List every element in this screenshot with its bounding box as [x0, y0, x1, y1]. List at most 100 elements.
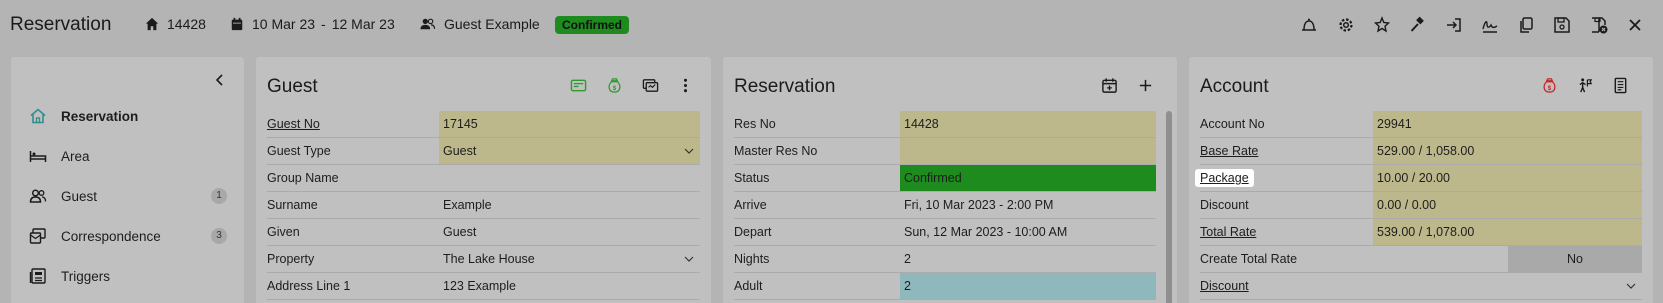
nights-field[interactable]: 2 [900, 246, 1156, 272]
card-swap-icon[interactable] [640, 75, 660, 95]
master-res-no-field[interactable] [900, 138, 1156, 164]
acct-row-create-total-rate: Create Total Rate No [1200, 246, 1642, 273]
res-number-info: 14428 [145, 16, 206, 32]
package-label-cell: Package [1195, 165, 1373, 191]
master-res-no-label: Master Res No [734, 144, 818, 158]
sidebar-item-label: Reservation [61, 108, 139, 124]
arrive-field[interactable]: Fri, 10 Mar 2023 - 2:00 PM [900, 192, 1156, 218]
res-row-arrive: Arrive Fri, 10 Mar 2023 - 2:00 PM [734, 192, 1156, 219]
money-bag-icon[interactable]: $ [1539, 75, 1559, 95]
given-label: Given [267, 225, 300, 239]
guest-no-link[interactable]: Guest No [267, 111, 439, 137]
sidebar-item-triggers[interactable]: Triggers [29, 264, 229, 288]
base-rate-link[interactable]: Base Rate [1200, 138, 1373, 164]
status-badge: Confirmed [555, 16, 629, 34]
sidebar-item-label: Guest [61, 188, 98, 204]
create-total-rate-label: Create Total Rate [1200, 252, 1298, 266]
depart-field[interactable]: Sun, 12 Mar 2023 - 10:00 AM [900, 219, 1156, 245]
given-field[interactable]: Guest [439, 219, 700, 245]
acct-row-discount: Discount 0.00 / 0.00 [1200, 192, 1642, 219]
signature-icon[interactable] [1479, 14, 1501, 36]
adult-field[interactable]: 2 [900, 273, 1156, 299]
discount-link[interactable]: Discount [1200, 273, 1373, 299]
status-field[interactable]: Confirmed [900, 165, 1156, 191]
guest-panel: Guest $ Guest No 17145 Guest Type Guest … [256, 57, 711, 303]
acct-row-base-rate: Base Rate 529.00 / 1,058.00 [1200, 138, 1642, 165]
calendar-add-icon[interactable] [1099, 75, 1119, 95]
guest-fields: Guest No 17145 Guest Type Guest Group Na… [267, 111, 700, 300]
address-line-1-field[interactable]: 123 Example [439, 273, 700, 299]
id-card-icon[interactable] [568, 75, 588, 95]
account-panel-title: Account [1200, 76, 1269, 97]
reservation-scrollbar[interactable] [1166, 111, 1172, 303]
res-row-adult: Adult 2 [734, 273, 1156, 300]
res-row-status: Status Confirmed [734, 165, 1156, 192]
create-total-rate-toggle[interactable]: No [1508, 246, 1642, 272]
bed-icon [29, 151, 47, 162]
guest-row-address-line-1: Address Line 1 123 Example [267, 273, 700, 300]
magic-icon[interactable] [1371, 14, 1393, 36]
guest-row-surname: Surname Example [267, 192, 700, 219]
settings-icon[interactable] [1335, 14, 1357, 36]
account-no-field[interactable]: 29941 [1373, 111, 1642, 137]
guest-row-group-name: Group Name [267, 165, 700, 192]
chevron-down-icon [684, 148, 694, 154]
guests-icon [420, 18, 436, 30]
total-rate-link[interactable]: Total Rate [1200, 219, 1373, 245]
add-icon[interactable] [1135, 75, 1155, 95]
chevron-down-icon [1626, 283, 1636, 289]
invoice-icon[interactable] [1610, 75, 1630, 95]
sidebar-item-label: Correspondence [61, 228, 161, 244]
sidebar: Reservation Area Guest 1 Correspondence … [11, 57, 244, 303]
address-line-1-label: Address Line 1 [267, 279, 351, 293]
sidebar-item-correspondence[interactable]: Correspondence 3 [29, 224, 229, 248]
nights-label: Nights [734, 252, 770, 266]
guest-no-field[interactable]: 17145 [439, 111, 700, 137]
gavel-icon[interactable] [1407, 14, 1429, 36]
walk-in-icon[interactable] [1575, 75, 1595, 95]
create-total-rate-spacer [1373, 246, 1508, 272]
home-icon [30, 108, 46, 124]
total-rate-field[interactable]: 539.00 / 1,078.00 [1373, 219, 1642, 245]
sidebar-item-reservation[interactable]: Reservation [29, 104, 229, 128]
guest-row-guest-no: Guest No 17145 [267, 111, 700, 138]
date-from: 10 Mar 23 [252, 16, 316, 32]
date-range-info: 10 Mar 23 - 12 Mar 23 [230, 16, 395, 32]
save-close-icon[interactable] [1588, 14, 1610, 36]
status-label: Status [734, 171, 770, 185]
reservation-panel-title: Reservation [734, 76, 836, 97]
discount-select[interactable] [1373, 273, 1642, 299]
reservation-panel: Reservation Res No 14428 Master Res No S… [723, 57, 1177, 303]
account-no-label: Account No [1200, 117, 1265, 131]
reservation-fields: Res No 14428 Master Res No Status Confir… [734, 111, 1156, 300]
sidebar-item-guest[interactable]: Guest 1 [29, 184, 229, 208]
top-bar: Reservation 14428 10 Mar 23 - 12 Mar 23 … [0, 0, 1663, 50]
sidebar-item-area[interactable]: Area [29, 144, 229, 168]
copy-icon[interactable] [1515, 14, 1537, 36]
res-row-res-no: Res No 14428 [734, 111, 1156, 138]
check-in-icon[interactable] [1443, 14, 1465, 36]
package-link[interactable]: Package [1195, 169, 1254, 187]
property-select[interactable]: The Lake House [439, 246, 700, 272]
base-rate-field[interactable]: 529.00 / 1,058.00 [1373, 138, 1642, 164]
chevron-left-icon[interactable] [213, 73, 227, 87]
package-field[interactable]: 10.00 / 20.00 [1373, 165, 1642, 191]
more-options-icon[interactable] [675, 75, 695, 95]
guest-count-badge: 1 [211, 188, 227, 204]
surname-field[interactable]: Example [439, 192, 700, 218]
acct-row-discount-select: Discount [1200, 273, 1642, 300]
sidebar-item-label: Triggers [61, 268, 111, 284]
res-no-field[interactable]: 14428 [900, 111, 1156, 137]
money-bag-icon[interactable]: $ [604, 75, 624, 95]
discount-label: Discount [1200, 198, 1249, 212]
discount-field[interactable]: 0.00 / 0.00 [1373, 192, 1642, 218]
property-value: The Lake House [443, 252, 535, 266]
bell-icon[interactable] [1298, 14, 1320, 36]
group-name-field[interactable] [439, 165, 700, 191]
save-icon[interactable] [1551, 14, 1573, 36]
close-icon[interactable] [1624, 14, 1646, 36]
svg-text:$: $ [1547, 84, 1551, 91]
guest-row-guest-type: Guest Type Guest [267, 138, 700, 165]
guest-type-label: Guest Type [267, 144, 331, 158]
guest-type-select[interactable]: Guest [439, 138, 700, 164]
